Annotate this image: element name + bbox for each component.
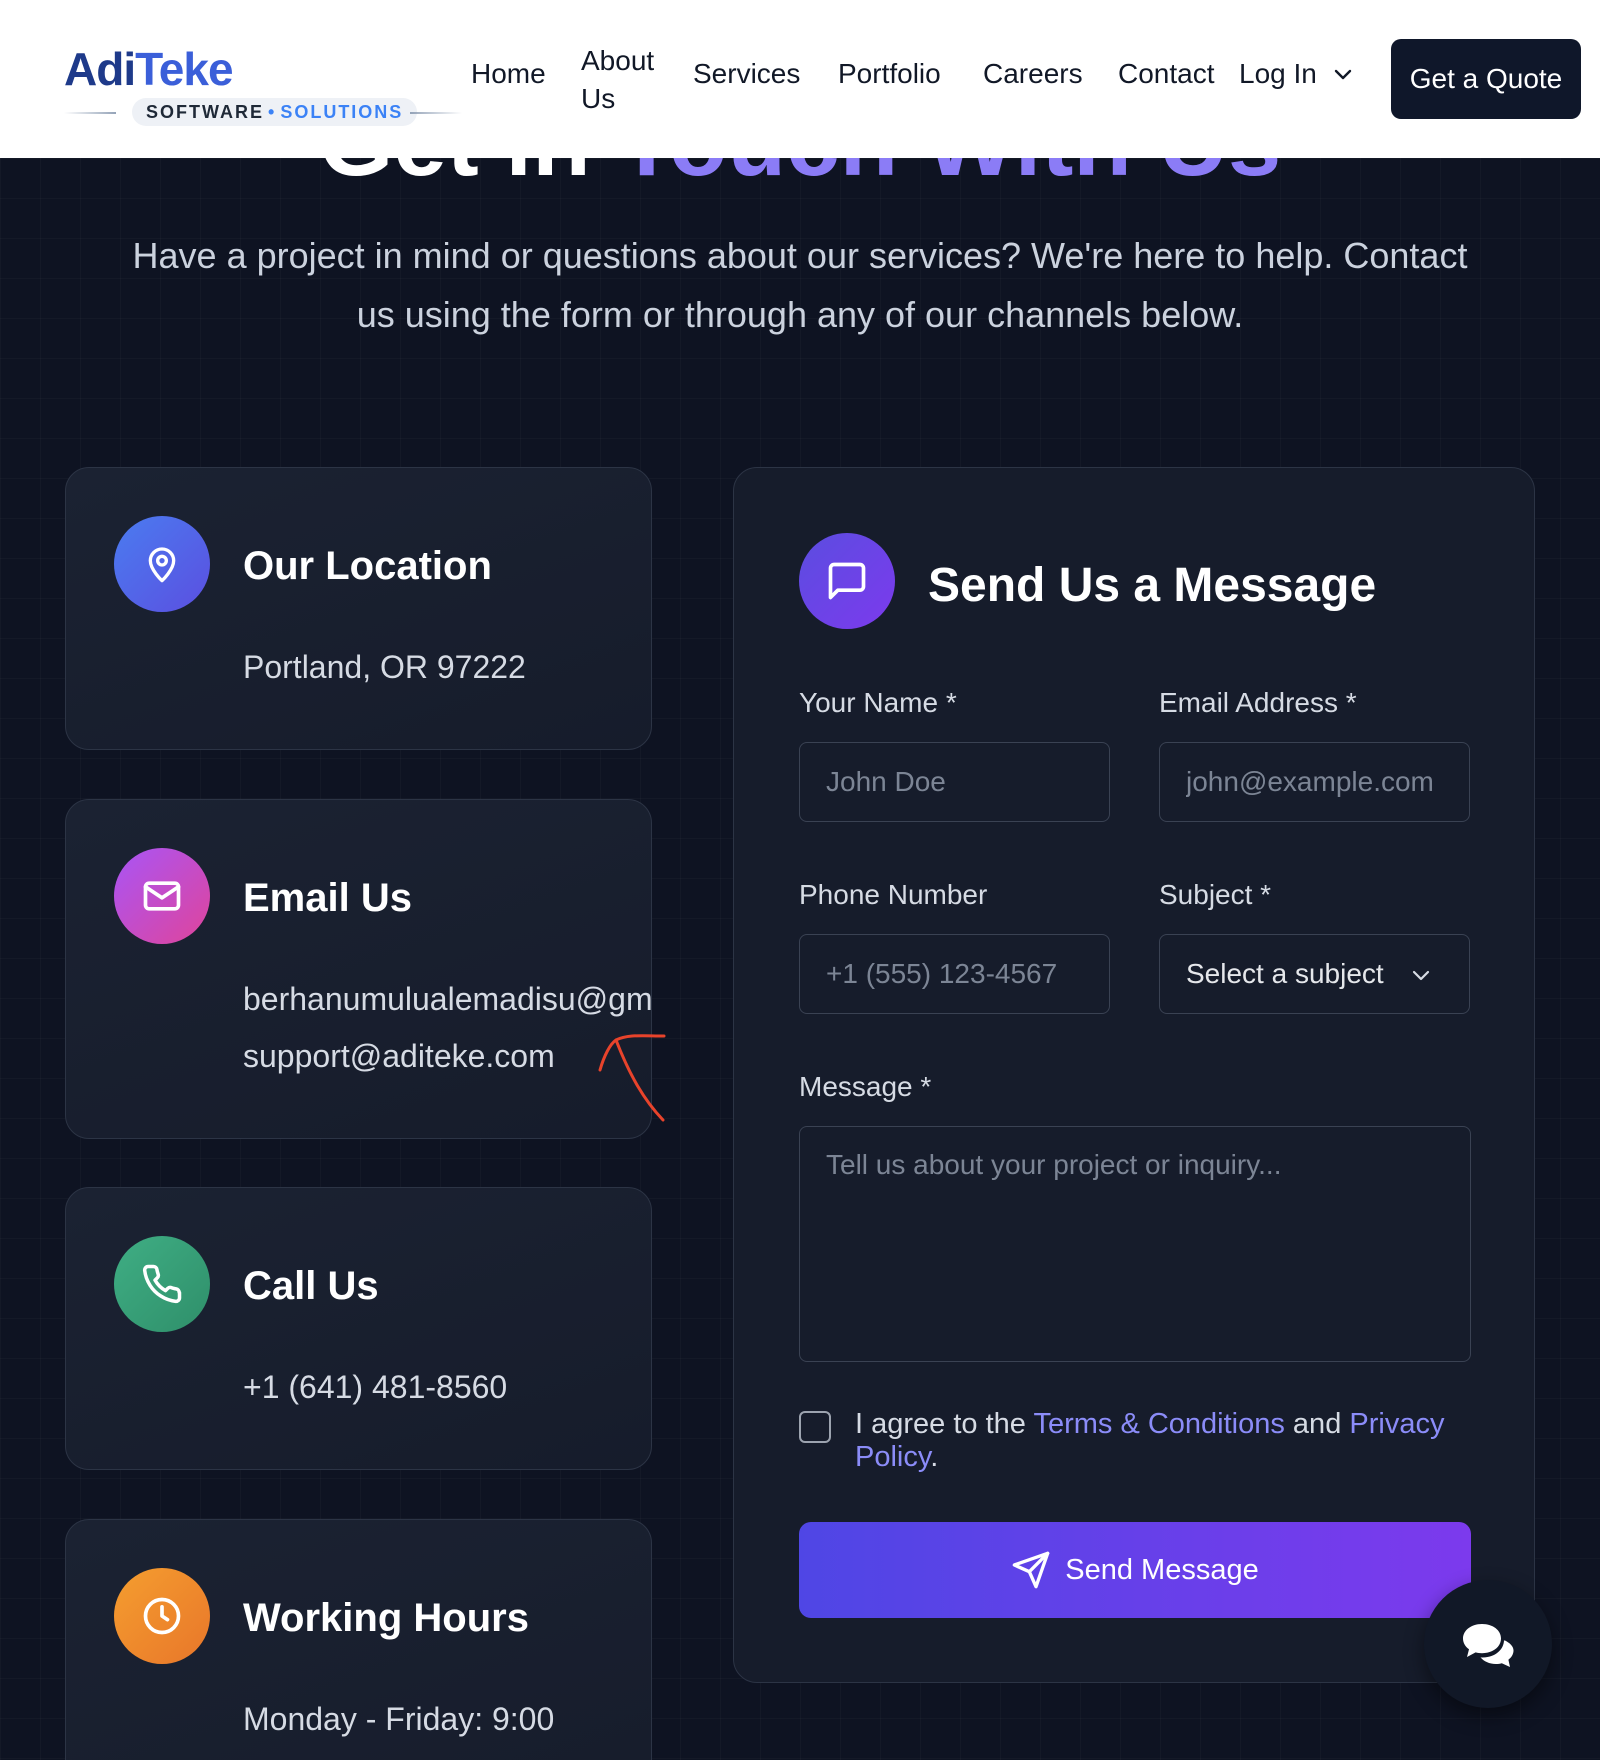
logo-wordmark: AdiTeke	[64, 43, 234, 95]
chat-bubbles-icon	[1463, 1624, 1514, 1667]
page-subtitle: Have a project in mind or questions abou…	[132, 235, 1468, 335]
name-input[interactable]	[799, 742, 1110, 822]
hours-card: Working Hours Monday - Friday: 9:00	[65, 1519, 652, 1760]
phone-icon	[114, 1236, 210, 1332]
email-card: Email Us berhanumulualemadisu@gm support…	[65, 799, 652, 1139]
terms-agreement-text: I agree to the Terms & Conditions and Pr…	[855, 1408, 1445, 1473]
form-title: Send Us a Message	[928, 559, 1377, 612]
phone-title: Call Us	[243, 1264, 379, 1308]
map-pin-icon	[114, 516, 210, 612]
hours-title: Working Hours	[243, 1596, 529, 1640]
phone-label: Phone Number	[799, 879, 988, 910]
chevron-down-icon	[1412, 970, 1430, 981]
chevron-down-icon	[1334, 69, 1352, 80]
terms-checkbox[interactable]	[799, 1411, 831, 1443]
location-card: Our Location Portland, OR 97222	[65, 467, 652, 750]
site-header: AdiTeke SOFTWARE • SOLUTIONS Home About Us…	[0, 0, 1600, 158]
mail-icon	[114, 848, 210, 944]
email-label: Email Address *	[1159, 687, 1357, 718]
nav-about-us[interactable]: About Us	[581, 42, 671, 118]
send-icon	[1012, 1551, 1050, 1589]
logo-divider-left	[64, 112, 116, 114]
message-textarea[interactable]	[799, 1126, 1471, 1362]
logo-tagline: SOFTWARE • SOLUTIONS	[132, 98, 418, 126]
nav-portfolio[interactable]: Portfolio	[838, 58, 941, 90]
nav-home[interactable]: Home	[471, 58, 546, 90]
phone-link[interactable]: +1 (641) 481-8560	[243, 1369, 507, 1406]
message-square-icon	[799, 533, 895, 629]
contact-form-card: Send Us a Message Your Name * Email Addr…	[733, 467, 1535, 1683]
location-title: Our Location	[243, 544, 492, 588]
email-input[interactable]	[1159, 742, 1470, 822]
page-heading: Get in Touch With Us	[0, 158, 1600, 198]
subject-select[interactable]: Select a subject	[1159, 934, 1470, 1014]
login-label: Log In	[1239, 58, 1317, 89]
nav-contact[interactable]: Contact	[1118, 58, 1215, 90]
terms-link[interactable]: Terms & Conditions	[1033, 1408, 1284, 1440]
send-message-button[interactable]: Send Message	[799, 1522, 1471, 1618]
subject-label: Subject *	[1159, 879, 1272, 910]
subject-select-value: Select a subject	[1186, 958, 1384, 989]
email-title: Email Us	[243, 876, 412, 920]
login-dropdown[interactable]: Log In	[1239, 58, 1352, 90]
nav-careers[interactable]: Careers	[983, 58, 1083, 90]
annotation-arrow-icon	[598, 1034, 666, 1122]
phone-card: Call Us +1 (641) 481-8560	[65, 1187, 652, 1470]
email-link-support[interactable]: support@aditeke.com	[243, 1038, 555, 1075]
name-label: Your Name *	[799, 687, 957, 718]
clock-icon	[114, 1568, 210, 1664]
nav-services[interactable]: Services	[693, 58, 800, 90]
email-link-primary[interactable]: berhanumulualemadisu@gm	[243, 981, 651, 1018]
message-label: Message *	[799, 1071, 932, 1102]
chat-button[interactable]	[1424, 1580, 1552, 1708]
send-message-label: Send Message	[1065, 1553, 1259, 1586]
phone-input[interactable]	[799, 934, 1110, 1014]
heading-text: Get in	[319, 158, 618, 196]
heading-accent-text: Touch With Us	[617, 158, 1281, 196]
logo[interactable]: AdiTeke SOFTWARE • SOLUTIONS	[64, 38, 462, 128]
get-quote-button[interactable]: Get a Quote	[1391, 39, 1581, 119]
location-address: Portland, OR 97222	[243, 649, 526, 685]
hours-weekdays: Monday - Friday: 9:00	[243, 1701, 555, 1737]
logo-divider-right	[410, 112, 462, 114]
